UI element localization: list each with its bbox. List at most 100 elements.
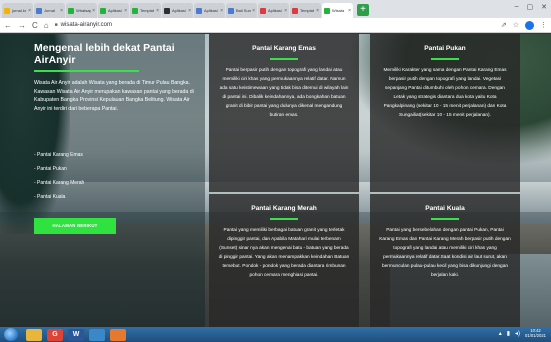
favicon-icon (196, 7, 202, 14)
browser-tab[interactable]: Templat × (290, 3, 321, 18)
taskbar: GW ▴ ▮ ◂) 10:42 01/01/2021 (0, 327, 551, 342)
card-underline (431, 218, 459, 220)
maximize-button[interactable]: ▢ (527, 3, 534, 11)
close-tab-icon[interactable]: × (252, 8, 255, 14)
close-tab-icon[interactable]: × (348, 8, 351, 14)
list-item: - Pantai Karang Emas (34, 152, 83, 158)
card-karang-emas: Pantai Karang Emas Pantai berpasir putih… (209, 34, 359, 192)
hero-section: Mengenal lebih dekat Pantai AirAnyir Wis… (0, 34, 551, 327)
tab-list: jurnal.kr × Jurnal × Whatsap × Aplikasi × Templa… (2, 3, 354, 18)
card-text: Pantai yang memiliki berbagai batuan gra… (218, 228, 350, 278)
close-tab-icon[interactable]: × (284, 8, 287, 14)
list-item: - Pantai Kuala (34, 194, 66, 200)
favicon-icon (132, 7, 138, 14)
clock-date: 01/01/2021 (525, 333, 546, 338)
close-tab-icon[interactable]: × (60, 8, 63, 14)
card-text: Pantai yang bersebelahan dengan pantai P… (379, 228, 511, 278)
close-tab-icon[interactable]: × (156, 8, 159, 14)
share-icon[interactable]: ⇗ (501, 21, 507, 29)
favicon-icon (292, 7, 298, 14)
card-title: Pantai Kuala (425, 205, 465, 212)
forward-icon[interactable]: → (18, 21, 26, 30)
toolbar-icons: ⇗ ☆ ⋮ (501, 20, 547, 30)
tab-title: Templat (140, 8, 155, 13)
network-icon[interactable]: ▮ (507, 330, 510, 337)
card-title: Pantai Karang Merah (251, 205, 317, 212)
close-tab-icon[interactable]: × (28, 8, 31, 14)
beach-list: - Pantai Karang Emas - Pantai Pukan - Pa… (34, 151, 84, 207)
next-page-button[interactable]: HALAMAN BERIKUT (34, 218, 116, 234)
browser-tab[interactable]: Templat × (130, 3, 161, 18)
tab-title: Wisata (332, 8, 345, 13)
chrome-icon[interactable]: G (47, 328, 63, 341)
intro-panel: Mengenal lebih dekat Pantai AirAnyir Wis… (0, 34, 205, 327)
profile-avatar[interactable] (525, 20, 534, 30)
tab-title: Aplikasi (172, 8, 186, 13)
card-title: Pantai Karang Emas (252, 45, 316, 52)
browser-tab[interactable]: Whatsap × (66, 3, 97, 18)
arrow-up-icon[interactable]: ▴ (499, 330, 502, 337)
paint-icon[interactable] (110, 328, 126, 341)
tab-title: Bali Sun (236, 8, 251, 13)
network-icon[interactable] (89, 328, 105, 341)
system-tray: ▴ ▮ ◂) 10:42 01/01/2021 (499, 328, 546, 338)
tab-title: Aplikasi (268, 8, 282, 13)
browser-tab[interactable]: Bali Sun × (226, 3, 257, 18)
card-pukan: Pantai Pukan Memiliki Karakter yang sama… (370, 34, 520, 192)
reload-icon[interactable]: C (32, 21, 38, 30)
card-text: Pantai berpasir putih dengan topografi y… (219, 68, 349, 118)
favicon-icon (68, 7, 74, 14)
title-underline (34, 70, 139, 72)
browser-tab[interactable]: Aplikasi × (194, 3, 225, 18)
browser-tab[interactable]: Jurnal × (34, 3, 65, 18)
tab-title: Jurnal (44, 8, 55, 13)
close-window-button[interactable]: ✕ (541, 3, 547, 11)
clock[interactable]: 10:42 01/01/2021 (525, 328, 546, 338)
lock-icon: ■ (54, 22, 58, 28)
close-tab-icon[interactable]: × (92, 8, 95, 14)
favicon-icon (100, 7, 106, 14)
favicon-icon (260, 7, 266, 14)
star-icon[interactable]: ☆ (513, 21, 519, 29)
volume-icon[interactable]: ◂) (515, 330, 520, 337)
favicon-icon (36, 7, 42, 14)
browser-tab[interactable]: Aplikasi × (98, 3, 129, 18)
window-controls: – ▢ ✕ (515, 3, 547, 11)
favicon-icon (4, 7, 10, 14)
card-underline (270, 58, 298, 60)
address-bar: ← → C ⌂ ■ wisata-airanyir.com ⇗ ☆ ⋮ (0, 18, 551, 33)
tab-title: jurnal.kr (12, 8, 27, 13)
minimize-button[interactable]: – (515, 3, 519, 11)
word-icon[interactable]: W (68, 328, 84, 341)
card-underline (431, 58, 459, 60)
card-underline (270, 218, 298, 220)
card-text: Memiliki Karakter yang sama dengan Panta… (383, 68, 507, 118)
list-item: - Pantai Pukan (34, 166, 67, 172)
tab-title: Aplikasi (204, 8, 218, 13)
close-tab-icon[interactable]: × (316, 8, 319, 14)
browser-tab[interactable]: Aplikasi × (162, 3, 193, 18)
explorer-icon[interactable] (26, 328, 42, 341)
browser-tab[interactable]: Aplikasi × (258, 3, 289, 18)
url-field[interactable]: ■ wisata-airanyir.com (55, 20, 501, 31)
tab-title: Templat (300, 8, 315, 13)
browser-tab-strip: jurnal.kr × Jurnal × Whatsap × Aplikasi × Templa… (0, 0, 551, 18)
close-tab-icon[interactable]: × (188, 8, 191, 14)
favicon-icon (228, 7, 234, 14)
browser-tab[interactable]: Wisata × (322, 3, 353, 18)
card-karang-merah: Pantai Karang Merah Pantai yang memiliki… (209, 194, 359, 327)
new-tab-button[interactable]: + (357, 4, 369, 16)
favicon-icon (324, 7, 330, 14)
close-tab-icon[interactable]: × (220, 8, 223, 14)
close-tab-icon[interactable]: × (124, 8, 127, 14)
intro-title: Mengenal lebih dekat Pantai AirAnyir (34, 42, 175, 66)
browser-tab[interactable]: jurnal.kr × (2, 3, 33, 18)
start-button[interactable] (4, 328, 18, 341)
back-icon[interactable]: ← (4, 21, 12, 30)
tab-title: Whatsap (76, 8, 92, 13)
menu-icon[interactable]: ⋮ (540, 21, 547, 29)
home-icon[interactable]: ⌂ (44, 21, 49, 30)
favicon-icon (164, 7, 170, 14)
card-kuala: Pantai Kuala Pantai yang bersebelahan de… (370, 194, 520, 327)
tab-title: Aplikasi (108, 8, 122, 13)
